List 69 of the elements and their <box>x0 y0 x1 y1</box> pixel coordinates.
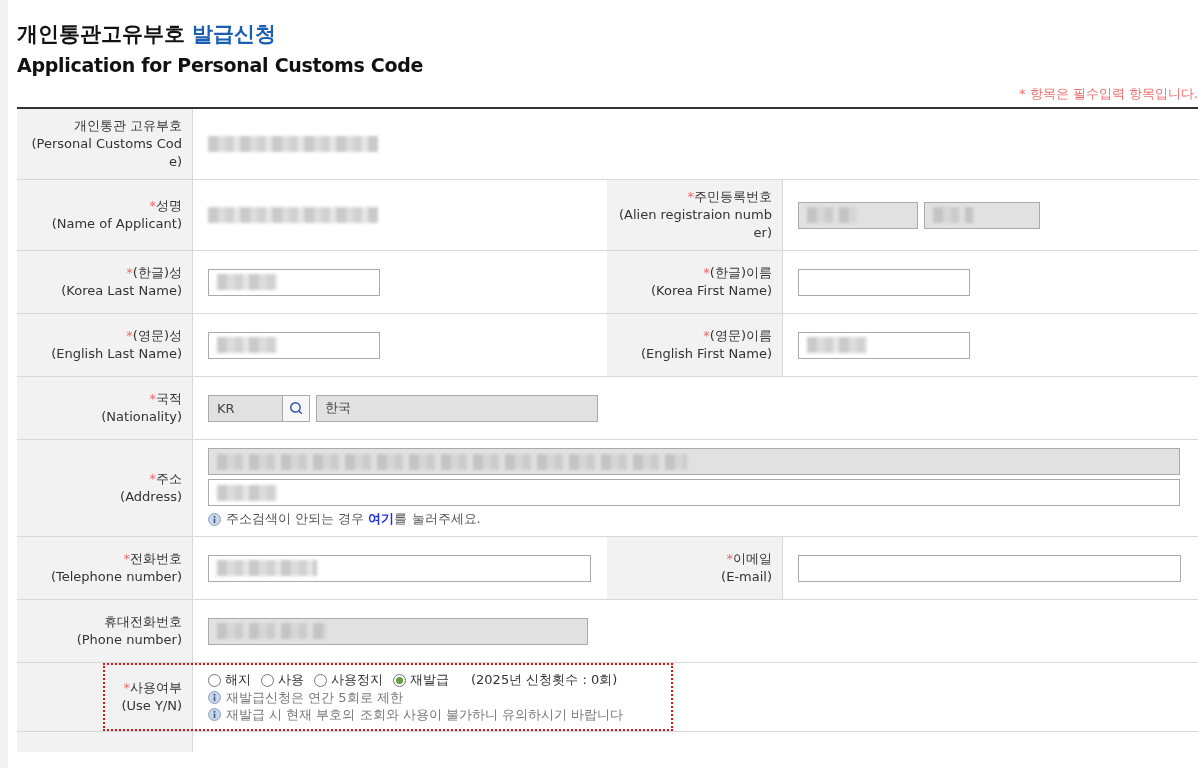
note-text: 재발급신청은 연간 5회로 제한 <box>226 689 403 706</box>
field-label-english: (Nationality) <box>101 408 182 426</box>
field-label: 사용여부 <box>130 679 182 697</box>
info-icon <box>208 691 221 704</box>
field-label: 성명 <box>156 197 182 215</box>
required-note: * 항목은 필수입력 항목입니다. <box>1018 85 1198 103</box>
radio-option[interactable]: 재발급 <box>393 671 449 689</box>
field-label-english: (Telephone number) <box>50 568 182 586</box>
blurred-value <box>217 337 277 353</box>
country-field: 한국 <box>316 394 598 422</box>
required-mark: * <box>703 264 710 282</box>
field-label-english: (Korea First Name) <box>651 282 772 300</box>
input-field[interactable] <box>208 554 591 582</box>
field-label: 주소 <box>156 470 182 488</box>
info-icon <box>208 512 221 526</box>
input-field[interactable] <box>208 479 1180 506</box>
field-label: (영문)이름 <box>709 327 772 345</box>
field-label-english: (Name of Applicant) <box>51 215 182 233</box>
required-mark: * <box>703 327 710 345</box>
address-help-text: 주소검색이 안되는 경우 여기를 눌러주세요. <box>226 510 481 528</box>
blurred-value <box>933 207 973 223</box>
field-label-english: (Phone number) <box>76 631 182 649</box>
required-mark: * <box>123 679 130 697</box>
field-label: (한글)성 <box>132 264 182 282</box>
required-mark: * <box>126 264 133 282</box>
field-label-english: (E-mail) <box>721 568 772 586</box>
input-field[interactable] <box>798 554 1181 582</box>
search-icon <box>289 401 303 415</box>
field-label-english: (English First Name) <box>640 345 772 363</box>
required-mark: * <box>149 470 156 488</box>
field-label: 이메일 <box>733 550 772 568</box>
page-title: 개인통관고유부호 발급신청 <box>17 21 278 48</box>
required-mark: * <box>726 550 733 568</box>
page-subtitle: Application for Personal Customs Code <box>17 53 425 78</box>
field-label-english: (Alien registraion number) <box>619 206 772 242</box>
field-label: (영문)성 <box>132 327 182 345</box>
blurred-value <box>217 274 277 290</box>
field-label-english: (English Last Name) <box>51 345 182 363</box>
field-label: 국적 <box>156 390 182 408</box>
blurred-value <box>217 484 277 501</box>
input-field[interactable] <box>208 331 380 359</box>
input-field[interactable] <box>208 268 380 296</box>
code-field: KR <box>208 394 283 422</box>
input-field[interactable] <box>798 331 970 359</box>
radio-option[interactable]: 해지 <box>208 671 251 689</box>
info-icon <box>208 708 221 721</box>
blurred-value <box>807 337 867 353</box>
input-field[interactable] <box>798 268 970 296</box>
field-label-english: (Personal Customs Code) <box>30 135 182 171</box>
required-mark: * <box>687 188 694 206</box>
field-label-english: (Use Y/N) <box>121 697 182 715</box>
field-label: 휴대전화번호 <box>104 613 182 631</box>
field-label: 주민등록번호 <box>694 188 772 206</box>
search-button[interactable] <box>282 394 310 422</box>
field-label: 개인통관 고유부호 <box>73 117 182 135</box>
required-mark: * <box>123 550 130 568</box>
required-mark: * <box>126 327 133 345</box>
field-label-english: (Address) <box>120 488 182 506</box>
here-link[interactable]: 여기 <box>368 511 395 526</box>
required-mark: * <box>149 197 156 215</box>
radio-option[interactable]: 사용정지 <box>314 671 383 689</box>
field-label-english: (Korea Last Name) <box>61 282 182 300</box>
field-label: (한글)이름 <box>709 264 772 282</box>
note-text: 재발급 시 현재 부호의 조회와 사용이 불가하니 유의하시기 바랍니다 <box>226 706 624 723</box>
count-text: (2025년 신청횟수 : 0회) <box>471 671 618 689</box>
blurred-value <box>807 207 857 223</box>
radio-option[interactable]: 사용 <box>261 671 304 689</box>
field-label: 전화번호 <box>130 550 182 568</box>
required-mark: * <box>149 390 156 408</box>
